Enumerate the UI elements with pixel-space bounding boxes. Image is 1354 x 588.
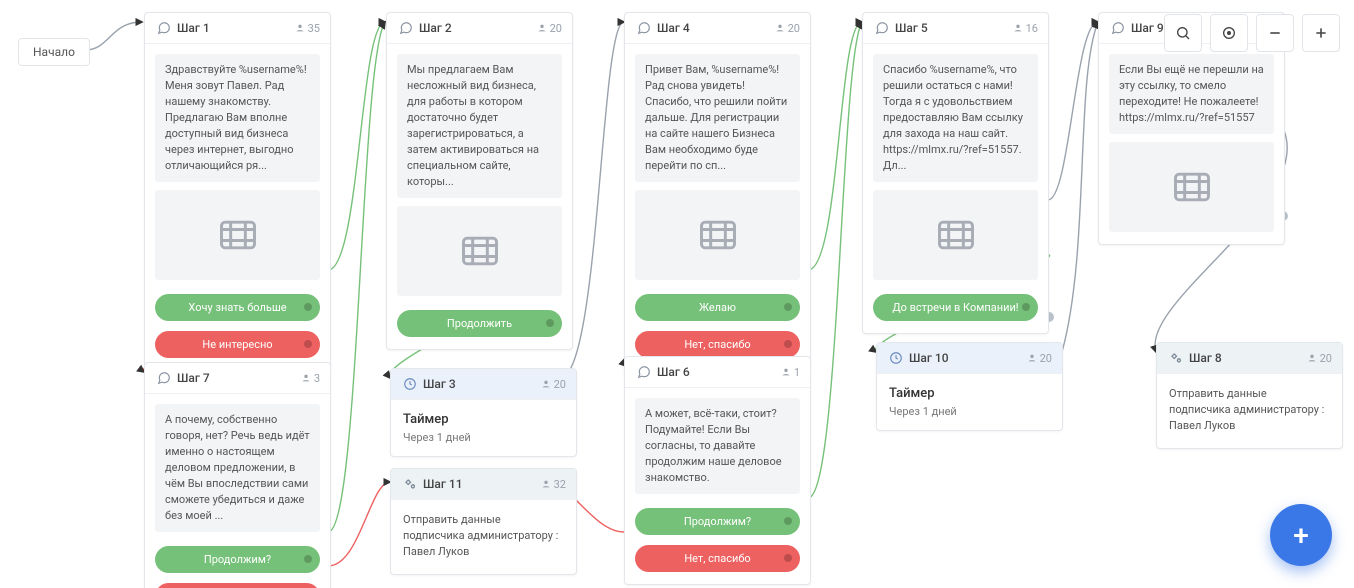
card-step-1[interactable]: Шаг 1 35 Здравствуйте %username%! Меня з… — [144, 12, 331, 371]
card-step-8[interactable]: Шаг 8 20 Отправить данные подписчика адм… — [1156, 342, 1343, 449]
button-no-thanks[interactable]: Нет, спасибо — [635, 545, 800, 572]
search-button[interactable] — [1164, 14, 1202, 52]
video-placeholder[interactable] — [635, 190, 800, 280]
chat-icon — [157, 21, 171, 35]
card-count: 20 — [1307, 352, 1332, 365]
card-step-3[interactable]: Шаг 3 20 Таймер Через 1 дней — [390, 368, 577, 457]
card-title: Шаг 1 — [177, 21, 289, 35]
timer-title: Таймер — [889, 386, 1052, 401]
card-count: 32 — [541, 478, 566, 491]
center-button[interactable] — [1210, 14, 1248, 52]
card-header: Шаг 2 20 — [387, 13, 572, 44]
action-text: Отправить данные подписчика администрато… — [401, 510, 566, 562]
card-count: 1 — [781, 366, 800, 379]
card-step-11[interactable]: Шаг 11 32 Отправить данные подписчика ад… — [390, 468, 577, 575]
card-count: 35 — [295, 22, 320, 35]
card-title: Шаг 3 — [423, 377, 535, 391]
button-no-thanks[interactable]: Нет, спасибо — [635, 331, 800, 358]
clock-icon — [889, 351, 903, 365]
timer-sub: Через 1 дней — [403, 431, 566, 444]
card-step-7[interactable]: Шаг 7 3 А почему, собственно говоря, нет… — [144, 362, 331, 588]
chat-icon — [637, 21, 651, 35]
button-more[interactable]: Хочу знать больше — [155, 294, 320, 321]
card-step-6[interactable]: Шаг 6 1 А может, всё-таки, стоит? Подума… — [624, 356, 811, 585]
card-header: Шаг 3 20 — [391, 369, 576, 400]
card-step-4[interactable]: Шаг 4 20 Привет Вам, %username%! Рад сно… — [624, 12, 811, 371]
card-header: Шаг 1 35 — [145, 13, 330, 44]
card-header: Шаг 6 1 — [625, 357, 810, 388]
button-see-you[interactable]: До встречи в Компании! — [873, 294, 1038, 321]
card-title: Шаг 6 — [657, 365, 775, 379]
card-count: 20 — [537, 22, 562, 35]
chat-icon — [157, 371, 171, 385]
add-fab[interactable]: + — [1270, 504, 1332, 566]
card-count: 3 — [301, 372, 320, 385]
message-text: А почему, собственно говоря, нет? Речь в… — [155, 404, 320, 532]
card-header: Шаг 8 20 — [1157, 343, 1342, 374]
message-text: Спасибо %username%, что решили остаться … — [873, 54, 1038, 182]
message-text: Если Вы ещё не перешли на эту ссылку, то… — [1109, 54, 1274, 134]
card-step-5[interactable]: Шаг 5 16 Спасибо %username%, что решили … — [862, 12, 1049, 334]
button-wish[interactable]: Желаю — [635, 294, 800, 321]
card-step-2[interactable]: Шаг 2 20 Мы предлагаем Вам несложный вид… — [386, 12, 573, 350]
card-count: 20 — [1027, 352, 1052, 365]
video-placeholder[interactable] — [155, 190, 320, 280]
zoom-in-button[interactable] — [1302, 14, 1340, 52]
button-no-thanks[interactable]: Нет, спасибо — [155, 583, 320, 588]
message-text: А может, всё-таки, стоит? Подумайте! Есл… — [635, 398, 800, 494]
video-placeholder[interactable] — [397, 206, 562, 296]
message-text: Мы предлагаем Вам несложный вид бизнеса,… — [397, 54, 562, 198]
card-header: Шаг 7 3 — [145, 363, 330, 394]
card-title: Шаг 2 — [419, 21, 531, 35]
message-text: Привет Вам, %username%! Рад снова увидет… — [635, 54, 800, 182]
timer-title: Таймер — [403, 412, 566, 427]
card-title: Шаг 8 — [1189, 351, 1301, 365]
card-title: Шаг 7 — [177, 371, 295, 385]
chat-icon — [875, 21, 889, 35]
video-placeholder[interactable] — [1109, 142, 1274, 232]
button-continue[interactable]: Продолжить — [397, 310, 562, 337]
toolbar — [1164, 14, 1340, 52]
clock-icon — [403, 377, 417, 391]
button-continue-q[interactable]: Продолжим? — [155, 546, 320, 573]
chat-icon — [1111, 21, 1125, 35]
video-placeholder[interactable] — [873, 190, 1038, 280]
plus-icon: + — [1293, 519, 1309, 552]
card-title: Шаг 10 — [909, 351, 1021, 365]
card-header: Шаг 10 20 — [877, 343, 1062, 374]
card-title: Шаг 5 — [895, 21, 1007, 35]
chat-icon — [637, 365, 651, 379]
card-header: Шаг 5 16 — [863, 13, 1048, 44]
card-title: Шаг 4 — [657, 21, 769, 35]
action-text: Отправить данные подписчика администрато… — [1167, 384, 1332, 436]
card-count: 20 — [775, 22, 800, 35]
start-label: Начало — [33, 45, 75, 59]
card-step-10[interactable]: Шаг 10 20 Таймер Через 1 дней — [876, 342, 1063, 431]
card-count: 20 — [541, 378, 566, 391]
zoom-out-button[interactable] — [1256, 14, 1294, 52]
card-header: Шаг 4 20 — [625, 13, 810, 44]
timer-sub: Через 1 дней — [889, 405, 1052, 418]
message-text: Здравствуйте %username%! Меня зовут Паве… — [155, 54, 320, 182]
card-count: 16 — [1013, 22, 1038, 35]
card-header: Шаг 11 32 — [391, 469, 576, 500]
button-continue-q[interactable]: Продолжим? — [635, 508, 800, 535]
gears-icon — [1169, 351, 1183, 365]
gears-icon — [403, 477, 417, 491]
chat-icon — [399, 21, 413, 35]
button-not-interested[interactable]: Не интересно — [155, 331, 320, 358]
start-node[interactable]: Начало — [18, 38, 90, 66]
card-title: Шаг 11 — [423, 477, 535, 491]
